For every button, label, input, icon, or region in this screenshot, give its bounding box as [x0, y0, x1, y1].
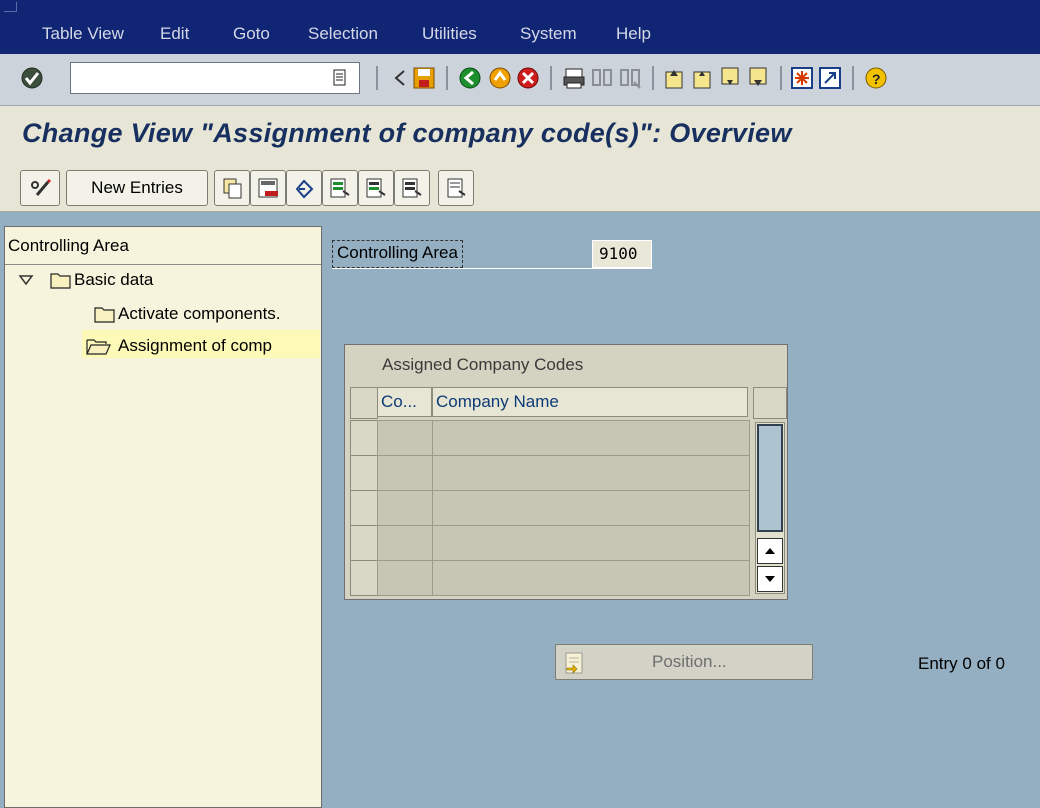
shortcut-icon[interactable]: [818, 66, 842, 90]
cell-company-code[interactable]: [377, 525, 434, 561]
scrollbar-thumb[interactable]: [757, 424, 783, 532]
menu-system[interactable]: System: [520, 24, 577, 44]
entry-count: Entry 0 of 0: [918, 654, 1005, 673]
variant-button[interactable]: [438, 170, 474, 206]
delete-button[interactable]: [250, 170, 286, 206]
print-icon[interactable]: [562, 66, 586, 90]
menu-utilities[interactable]: Utilities: [422, 24, 477, 44]
expand-triangle-icon[interactable]: [18, 272, 34, 288]
find-next-icon: [618, 66, 642, 90]
display-change-button[interactable]: [20, 170, 60, 206]
column-header-company-name[interactable]: Company Name: [432, 387, 748, 417]
glasses-pencil-icon: [31, 178, 51, 196]
row-selector[interactable]: [350, 455, 378, 491]
create-session-icon[interactable]: [790, 66, 814, 90]
controlling-area-label: Controlling Area: [332, 240, 463, 268]
position-button-label: Position...: [652, 652, 727, 671]
cell-company-code[interactable]: [377, 455, 434, 491]
cancel-icon[interactable]: [516, 66, 540, 90]
position-button[interactable]: Position...: [555, 644, 813, 680]
cell-company-name: [432, 420, 750, 456]
select-all-icon: [330, 178, 350, 198]
toolbar-separator: [376, 66, 378, 90]
toolbar-separator: [780, 66, 782, 90]
next-page-icon[interactable]: [718, 66, 742, 90]
undo-icon: [295, 179, 314, 199]
toolbar-separator: [852, 66, 854, 90]
svg-text:?: ?: [872, 71, 881, 87]
enter-check-icon[interactable]: [20, 66, 44, 90]
deselect-all-icon: [402, 178, 422, 198]
tree-item-activate-components[interactable]: Activate components.: [118, 304, 281, 324]
deselect-all-button[interactable]: [394, 170, 430, 206]
cell-company-name: [432, 490, 750, 526]
command-field[interactable]: [70, 62, 360, 94]
row-selector[interactable]: [350, 525, 378, 561]
select-all-button[interactable]: [322, 170, 358, 206]
panel-header-divider: [5, 264, 321, 265]
copy-as-button[interactable]: [214, 170, 250, 206]
select-block-button[interactable]: [358, 170, 394, 206]
row-selector[interactable]: [350, 560, 378, 596]
scroll-down-arrow-icon[interactable]: [757, 566, 783, 592]
tree-item-assignment-of-company-codes[interactable]: Assignment of comp: [118, 336, 272, 356]
column-header-company-code[interactable]: Co...: [377, 387, 432, 417]
menu-goto[interactable]: Goto: [233, 24, 270, 44]
menu-selection[interactable]: Selection: [308, 24, 378, 44]
first-page-icon[interactable]: [662, 66, 686, 90]
row-selector[interactable]: [350, 420, 378, 456]
tree-item-basic-data[interactable]: Basic data: [74, 270, 153, 290]
undo-change-button[interactable]: [286, 170, 322, 206]
cell-company-code[interactable]: [377, 420, 434, 456]
scroll-up-arrow-icon[interactable]: [757, 538, 783, 564]
open-folder-icon: [86, 336, 112, 356]
page-title: Change View "Assignment of company code(…: [22, 118, 792, 148]
select-all-rows-button[interactable]: [350, 387, 378, 419]
cell-company-code[interactable]: [377, 560, 434, 596]
select-block-icon: [366, 178, 386, 198]
table-title: Assigned Company Codes: [382, 355, 584, 374]
position-icon: [564, 652, 584, 674]
menu-edit[interactable]: Edit: [160, 24, 189, 44]
menu-help[interactable]: Help: [616, 24, 651, 44]
cell-company-name: [432, 560, 750, 596]
copy-icon: [223, 178, 242, 199]
cell-company-code[interactable]: [377, 490, 434, 526]
save-icon[interactable]: [412, 66, 436, 90]
table-settings-button[interactable]: [753, 387, 787, 419]
cell-company-name: [432, 455, 750, 491]
panel-header: Controlling Area: [8, 236, 129, 255]
new-entries-button[interactable]: New Entries: [66, 170, 208, 206]
last-page-icon[interactable]: [746, 66, 770, 90]
collapse-arrow-icon[interactable]: [388, 66, 412, 90]
folder-icon: [50, 270, 72, 290]
previous-page-icon[interactable]: [690, 66, 714, 90]
menu-table-view[interactable]: Table View: [42, 24, 124, 44]
field-underline: [332, 268, 652, 269]
row-selector[interactable]: [350, 490, 378, 526]
folder-icon: [94, 304, 116, 324]
controlling-area-value: 9100: [592, 240, 652, 268]
cell-company-name: [432, 525, 750, 561]
command-history-icon[interactable]: [328, 66, 352, 90]
toolbar-separator: [550, 66, 552, 90]
delete-row-icon: [258, 178, 278, 198]
back-icon[interactable]: [458, 66, 482, 90]
exit-icon[interactable]: [488, 66, 512, 90]
document-icon: [447, 178, 466, 198]
toolbar-separator: [652, 66, 654, 90]
toolbar-separator: [446, 66, 448, 90]
window-corner-icon: [4, 2, 17, 12]
find-icon: [590, 66, 614, 90]
help-icon[interactable]: ?: [864, 66, 888, 90]
